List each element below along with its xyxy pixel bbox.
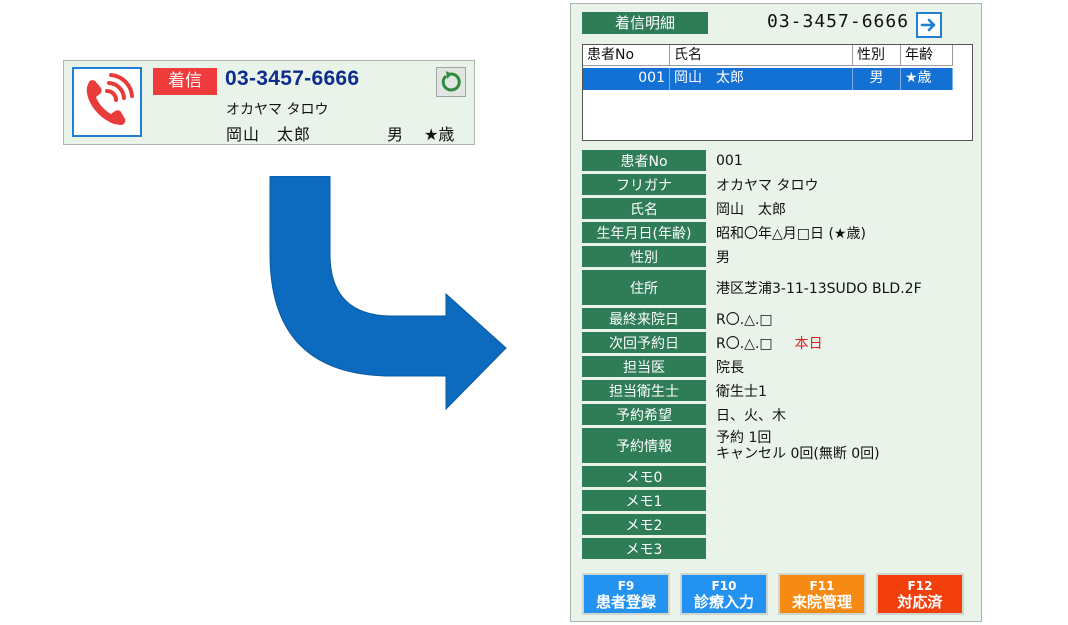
label-sex: 性別 [582,246,706,267]
phone-ringing-icon [72,67,142,137]
column-header-no[interactable]: 患者No [583,45,670,66]
row-name: 岡山 太郎 [670,68,853,90]
panel-phone-number: 03-3457-6666 [767,11,910,32]
panel-title: 着信明細 [582,12,708,34]
column-header-age[interactable]: 年齢 [901,45,953,66]
label-appointment-info: 予約情報 [582,428,706,463]
incoming-call-card[interactable]: 着信 03-3457-6666 オカヤマ タロウ 岡山 太郎 男 ★歳 [63,60,475,145]
f11-key-label: F11 [809,579,835,593]
value-doctor: 院長 [716,359,744,376]
patient-list-header: 患者No 氏名 性別 年齢 [583,45,953,66]
f12-key-label: F12 [907,579,933,593]
f9-key-label: F9 [617,579,635,593]
caller-sex: 男 [387,125,404,144]
label-preferred-days: 予約希望 [582,404,706,425]
caller-kana: オカヤマ タロウ [226,102,329,118]
f10-key-label: F10 [711,579,737,593]
label-furigana: フリガナ [582,174,706,195]
f10-button-label: 診療入力 [693,593,754,611]
cancel-count: キャンセル 0回(無断 0回) [716,445,880,462]
table-row[interactable]: 001 岡山 太郎 男 ★歳 [583,68,953,90]
caller-age: ★歳 [424,125,455,144]
value-name: 岡山 太郎 [716,201,786,218]
value-birthdate: 昭和〇年△月□日 (★歳) [716,225,866,242]
label-next-appointment: 次回予約日 [582,332,706,353]
caller-phone-number: 03-3457-6666 [225,67,360,90]
row-age: ★歳 [901,68,953,90]
value-appointment-info: 予約 1回 キャンセル 0回(無断 0回) [716,428,880,463]
column-header-sex[interactable]: 性別 [853,45,901,66]
value-sex: 男 [716,249,730,266]
f12-handled-button[interactable]: F12 対応済 [876,573,964,615]
column-header-name[interactable]: 氏名 [670,45,853,66]
row-sex: 男 [853,68,901,90]
next-appointment-date: R〇.△.□ [716,335,773,352]
value-last-visit: R〇.△.□ [716,311,773,328]
caller-name: 岡山 太郎 [226,125,312,144]
label-memo0: メモ0 [582,466,706,487]
open-record-button[interactable] [916,12,942,38]
label-last-visit: 最終来院日 [582,308,706,329]
refresh-button[interactable] [436,67,466,97]
label-name: 氏名 [582,198,706,219]
value-preferred-days: 日、火、木 [716,407,786,424]
value-furigana: オカヤマ タロウ [716,177,819,194]
label-hygienist: 担当衛生士 [582,380,706,401]
label-address: 住所 [582,270,706,305]
f9-button-label: 患者登録 [595,593,656,611]
f12-button-label: 対応済 [897,593,943,611]
label-memo2: メモ2 [582,514,706,535]
label-memo1: メモ1 [582,490,706,511]
arrow-right-icon [920,18,936,32]
appointment-count: 予約 1回 [716,429,772,446]
value-hygienist: 衛生士1 [716,383,767,400]
today-indicator: 本日 [794,335,823,352]
label-memo3: メモ3 [582,538,706,559]
label-patient-no: 患者No [582,150,706,171]
row-no: 001 [583,68,670,90]
incoming-badge: 着信 [153,68,217,95]
refresh-icon [441,71,461,92]
label-birthdate: 生年月日(年齢) [582,222,706,243]
f9-patient-registration-button[interactable]: F9 患者登録 [582,573,670,615]
patient-list[interactable]: 患者No 氏名 性別 年齢 001 岡山 太郎 男 ★歳 [582,44,973,141]
f10-treatment-entry-button[interactable]: F10 診療入力 [680,573,768,615]
call-detail-panel: 着信明細 03-3457-6666 患者No 氏名 性別 年齢 001 岡山 太… [570,3,982,622]
value-address: 港区芝浦3-11-13SUDO BLD.2F [716,280,922,297]
f11-button-label: 来院管理 [791,593,852,611]
flow-arrow-icon [269,176,507,411]
f11-visit-management-button[interactable]: F11 来院管理 [778,573,866,615]
label-doctor: 担当医 [582,356,706,377]
value-next-appointment: R〇.△.□ 本日 [716,332,823,353]
value-patient-no: 001 [716,152,743,169]
